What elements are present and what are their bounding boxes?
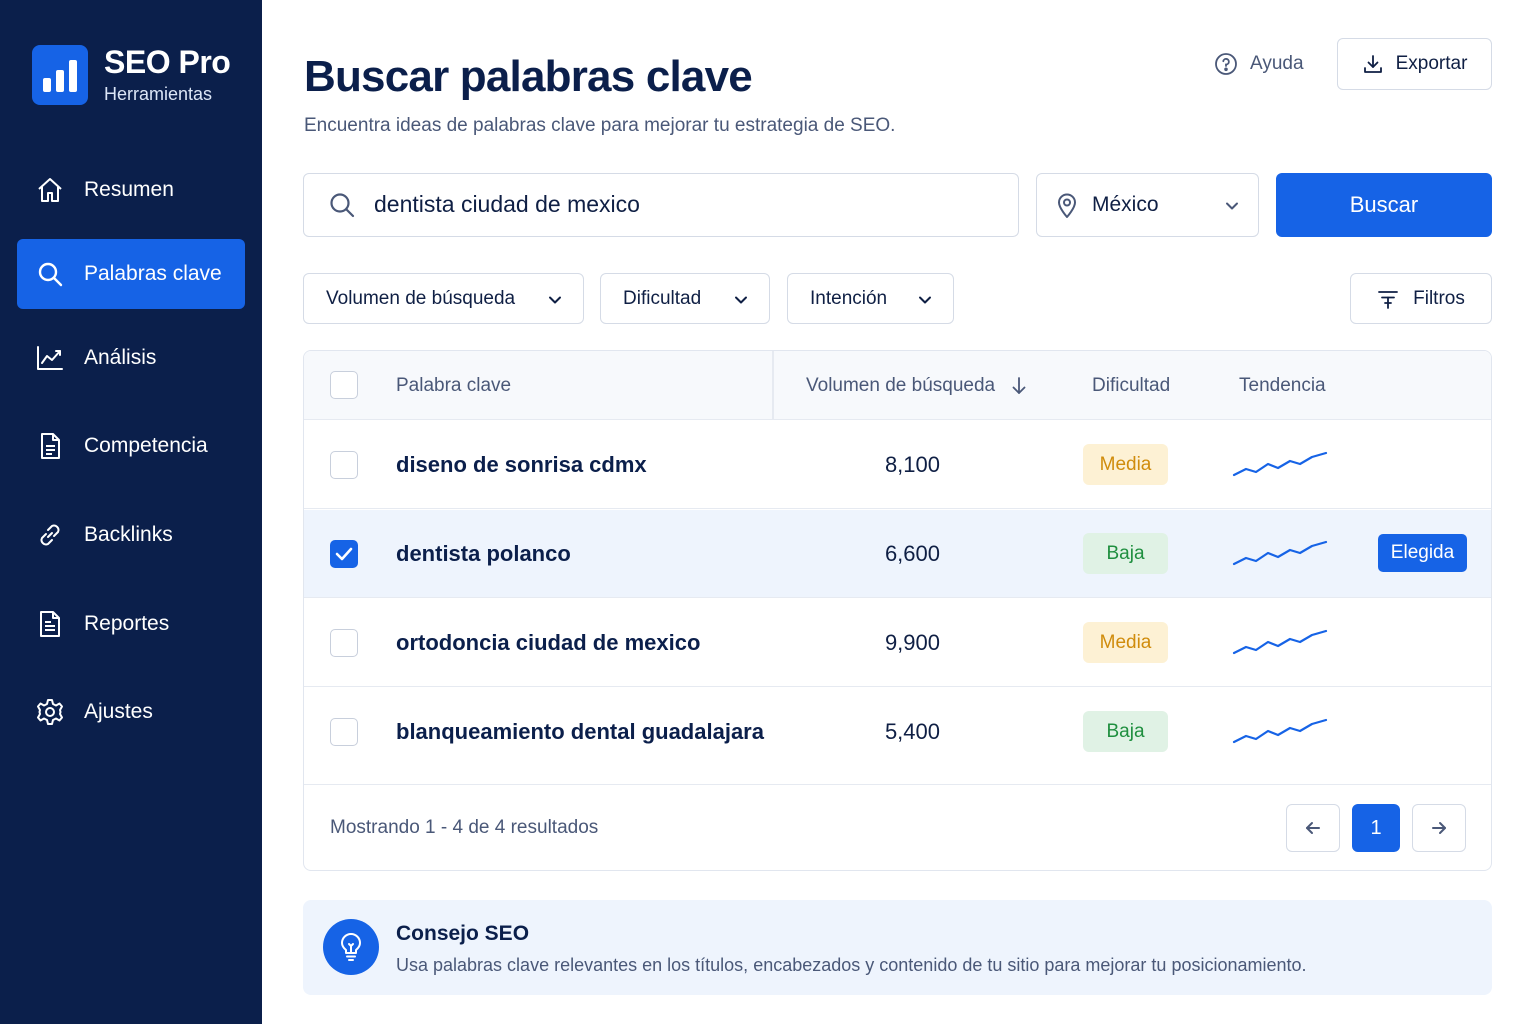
keywords-table: Palabra clave Volumen de búsqueda Dificu… [303,350,1492,871]
chevron-down-icon [549,296,561,304]
help-link[interactable]: Ayuda [1214,48,1304,80]
arrow-left-icon [1306,822,1320,834]
search-input[interactable] [374,174,1004,235]
download-icon [1363,55,1382,73]
location-value: México [1092,193,1159,216]
export-label: Exportar [1395,53,1468,74]
arrow-right-icon [1432,822,1446,834]
logo-bar-chart-icon [32,45,88,105]
table-row[interactable]: blanqueamiento dental guadalajara 5,400 … [304,688,1491,785]
search-box [303,173,1019,237]
filters-button[interactable]: Filtros [1350,273,1492,324]
filters-label: Filtros [1413,287,1465,309]
row-checkbox-checked[interactable] [330,540,358,568]
sidebar-item-ajustes[interactable]: Ajustes [17,677,245,747]
column-divider [772,351,774,420]
results-count: Mostrando 1 - 4 de 4 resultados [330,817,599,838]
row-checkbox[interactable] [330,451,358,479]
volume-cell: 9,900 [884,630,940,655]
dropdown-label: Dificultad [623,288,702,309]
sidebar-item-label: Backlinks [84,523,173,546]
prev-page-button[interactable] [1286,804,1340,852]
home-icon [38,178,62,202]
tip-text: Usa palabras clave relevantes en los tít… [396,955,1307,975]
page-title: Buscar palabras clave [304,52,753,101]
keyword-cell: diseno de sonrisa cdmx [396,452,647,477]
table-row-selected[interactable]: dentista polanco 6,600 Baja Elegida [304,510,1491,598]
table-header: Palabra clave Volumen de búsqueda Dificu… [304,351,1491,420]
lightbulb-icon [323,919,379,975]
page-subtitle: Encuentra ideas de palabras clave para m… [304,115,896,136]
keyword-cell: blanqueamiento dental guadalajara [396,719,764,744]
sidebar-item-competencia[interactable]: Competencia [17,411,245,481]
brand-name: SEO Pro [104,44,231,80]
sidebar-item-label: Resumen [84,178,174,201]
trend-sparkline [1232,718,1328,744]
dropdown-label: Volumen de búsqueda [326,288,516,309]
chevron-down-icon [919,296,931,304]
next-page-button[interactable] [1412,804,1466,852]
table-row[interactable]: ortodoncia ciudad de mexico 9,900 Media [304,599,1491,687]
search-icon [38,262,63,287]
column-header-trend[interactable]: Tendencia [1239,375,1326,397]
row-checkbox[interactable] [330,718,358,746]
sidebar-item-reportes[interactable]: Reportes [17,589,245,659]
trend-sparkline [1232,540,1328,566]
sidebar-item-resumen[interactable]: Resumen [17,155,245,225]
row-checkbox[interactable] [330,629,358,657]
trend-sparkline [1232,629,1328,655]
location-select[interactable]: México [1036,173,1259,237]
column-header-difficulty[interactable]: Dificultad [1092,375,1170,397]
intent-filter-dropdown[interactable]: Intención [787,273,954,324]
keyword-cell: ortodoncia ciudad de mexico [396,630,701,655]
table-row[interactable]: diseno de sonrisa cdmx 8,100 Media [304,421,1491,509]
chart-line-icon [37,346,63,370]
difficulty-badge: Media [1083,444,1168,485]
select-all-checkbox[interactable] [330,371,358,399]
help-circle-icon [1215,53,1237,75]
link-icon [40,524,60,546]
sidebar-item-label: Ajustes [84,700,153,723]
export-button[interactable]: Exportar [1337,38,1492,90]
difficulty-filter-dropdown[interactable]: Dificultad [600,273,770,324]
filter-icon [1378,290,1399,309]
sidebar-item-palabras-clave[interactable]: Palabras clave [17,239,245,309]
keyword-cell: dentista polanco [396,541,571,566]
table-footer: Mostrando 1 - 4 de 4 resultados 1 [304,785,1491,870]
trend-sparkline [1232,451,1328,477]
location-pin-icon [1058,193,1076,218]
volume-cell: 6,600 [884,541,940,566]
volume-cell: 5,400 [884,719,940,744]
chevron-down-icon [735,296,747,304]
sort-arrow-down-icon[interactable] [1010,376,1028,396]
report-icon [40,611,60,637]
sidebar-item-label: Palabras clave [84,262,222,285]
search-button[interactable]: Buscar [1276,173,1492,237]
dropdown-label: Intención [810,288,888,309]
seo-tip-card: Consejo SEO Usa palabras clave relevante… [303,900,1492,995]
search-icon [330,193,355,218]
sidebar-item-label: Reportes [84,612,170,635]
tip-title: Consejo SEO [396,922,530,945]
page-button-current[interactable]: 1 [1352,804,1400,852]
checkmark-icon [335,547,353,561]
brand-subtitle: Herramientas [104,84,213,104]
chosen-tag: Elegida [1378,534,1467,572]
sidebar-item-label: Análisis [84,346,157,369]
document-icon [41,433,60,459]
difficulty-badge: Baja [1083,533,1168,574]
column-header-keyword[interactable]: Palabra clave [396,375,511,397]
sidebar-item-backlinks[interactable]: Backlinks [17,500,245,570]
sidebar-item-label: Competencia [84,434,208,457]
gear-icon [37,699,63,725]
chevron-down-icon [1226,202,1238,210]
help-label: Ayuda [1250,53,1304,74]
column-header-volume[interactable]: Volumen de búsqueda [806,375,995,397]
sidebar: SEO Pro Herramientas Resumen Palabras cl… [0,0,262,1024]
difficulty-badge: Media [1083,622,1168,663]
difficulty-badge: Baja [1083,711,1168,752]
sidebar-item-analisis[interactable]: Análisis [17,323,245,393]
volume-filter-dropdown[interactable]: Volumen de búsqueda [303,273,584,324]
volume-cell: 8,100 [884,452,940,477]
